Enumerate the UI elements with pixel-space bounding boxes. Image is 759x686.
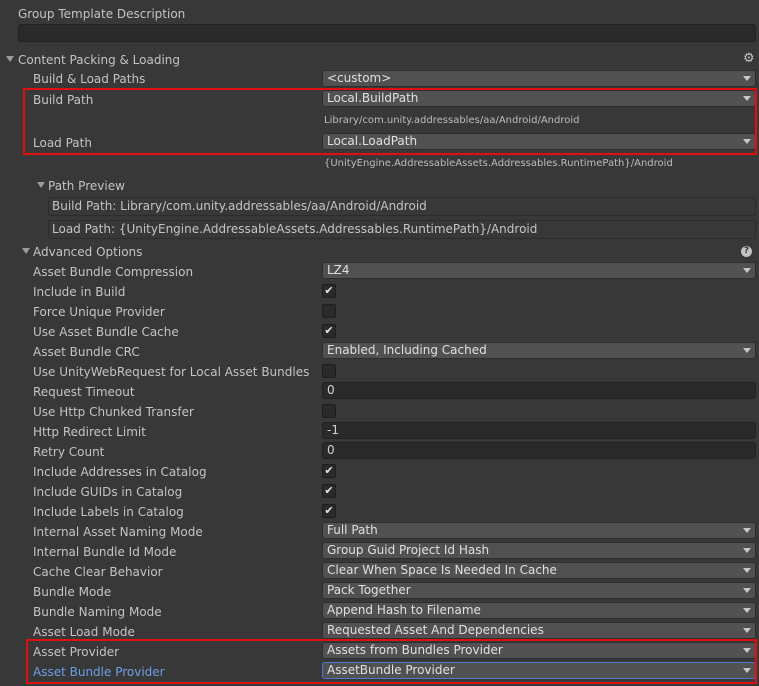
compression-label: Asset Bundle Compression bbox=[33, 265, 194, 279]
highlight-box-providers bbox=[26, 639, 757, 684]
include-in-build-checkbox[interactable]: ✔ bbox=[322, 284, 336, 298]
bundle-naming-label: Bundle Naming Mode bbox=[33, 605, 162, 619]
bundle-mode-dropdown[interactable]: Pack Together bbox=[322, 582, 756, 599]
cache-clear-dropdown[interactable]: Clear When Space Is Needed In Cache bbox=[322, 562, 756, 579]
compression-dropdown[interactable]: LZ4 bbox=[322, 262, 756, 279]
include-in-build-label: Include in Build bbox=[33, 285, 126, 299]
group-template-field[interactable] bbox=[18, 24, 756, 42]
content-packing-foldout-icon[interactable] bbox=[6, 56, 14, 62]
group-template-label: Group Template Description bbox=[18, 7, 186, 21]
request-timeout-label: Request Timeout bbox=[33, 385, 135, 399]
bundle-id-mode-dropdown[interactable]: Group Guid Project Id Hash bbox=[322, 542, 756, 559]
include-guids-checkbox[interactable]: ✔ bbox=[322, 484, 336, 498]
crc-dropdown[interactable]: Enabled, Including Cached bbox=[322, 342, 756, 359]
load-mode-value: Requested Asset And Dependencies bbox=[327, 623, 544, 637]
highlight-box-paths bbox=[23, 88, 757, 155]
cache-clear-label: Cache Clear Behavior bbox=[33, 565, 163, 579]
build-load-paths-label: Build & Load Paths bbox=[33, 72, 146, 86]
compression-value: LZ4 bbox=[327, 263, 350, 277]
chevron-down-icon bbox=[743, 568, 751, 573]
load-mode-label: Asset Load Mode bbox=[33, 625, 135, 639]
chevron-down-icon bbox=[743, 608, 751, 613]
use-cache-label: Use Asset Bundle Cache bbox=[33, 325, 179, 339]
build-load-paths-dropdown[interactable]: <custom> bbox=[322, 70, 756, 87]
chevron-down-icon bbox=[743, 528, 751, 533]
include-addresses-checkbox[interactable]: ✔ bbox=[322, 464, 336, 478]
chevron-down-icon bbox=[743, 588, 751, 593]
bundle-id-mode-label: Internal Bundle Id Mode bbox=[33, 545, 177, 559]
force-unique-provider-label: Force Unique Provider bbox=[33, 305, 165, 319]
include-guids-label: Include GUIDs in Catalog bbox=[33, 485, 183, 499]
load-mode-dropdown[interactable]: Requested Asset And Dependencies bbox=[322, 622, 756, 639]
bundle-id-mode-value: Group Guid Project Id Hash bbox=[327, 543, 490, 557]
advanced-options-foldout-icon[interactable] bbox=[22, 248, 30, 254]
bundle-mode-label: Bundle Mode bbox=[33, 585, 112, 599]
crc-value: Enabled, Including Cached bbox=[327, 343, 487, 357]
include-addresses-label: Include Addresses in Catalog bbox=[33, 465, 207, 479]
chunked-checkbox[interactable] bbox=[322, 404, 336, 418]
path-preview-foldout-icon[interactable] bbox=[37, 182, 45, 188]
load-path-preview: Load Path: {UnityEngine.AddressableAsset… bbox=[48, 220, 756, 239]
asset-naming-dropdown[interactable]: Full Path bbox=[322, 522, 756, 539]
build-path-preview: Build Path: Library/com.unity.addressabl… bbox=[48, 197, 756, 216]
asset-naming-value: Full Path bbox=[327, 523, 378, 537]
chevron-down-icon bbox=[743, 348, 751, 353]
redirect-limit-field[interactable]: -1 bbox=[322, 422, 756, 439]
redirect-limit-label: Http Redirect Limit bbox=[33, 425, 146, 439]
request-timeout-field[interactable]: 0 bbox=[322, 382, 756, 399]
help-icon[interactable]: ? bbox=[741, 246, 752, 257]
build-load-paths-value: <custom> bbox=[327, 71, 392, 85]
bundle-naming-value: Append Hash to Filename bbox=[327, 603, 481, 617]
advanced-options-title[interactable]: Advanced Options bbox=[33, 244, 142, 260]
chevron-down-icon bbox=[743, 76, 751, 81]
use-uwr-label: Use UnityWebRequest for Local Asset Bund… bbox=[33, 365, 310, 379]
cache-clear-value: Clear When Space Is Needed In Cache bbox=[327, 563, 557, 577]
use-cache-checkbox[interactable]: ✔ bbox=[322, 324, 336, 338]
include-labels-label: Include Labels in Catalog bbox=[33, 505, 184, 519]
include-labels-checkbox[interactable]: ✔ bbox=[322, 504, 336, 518]
chunked-label: Use Http Chunked Transfer bbox=[33, 405, 194, 419]
load-path-resolved: {UnityEngine.AddressableAssets.Addressab… bbox=[324, 158, 673, 169]
gear-icon[interactable]: ⚙ bbox=[743, 51, 755, 66]
chevron-down-icon bbox=[743, 268, 751, 273]
retry-count-field[interactable]: 0 bbox=[322, 442, 756, 459]
chevron-down-icon bbox=[743, 628, 751, 633]
bundle-naming-dropdown[interactable]: Append Hash to Filename bbox=[322, 602, 756, 619]
crc-label: Asset Bundle CRC bbox=[33, 345, 140, 359]
path-preview-title[interactable]: Path Preview bbox=[48, 178, 125, 194]
retry-count-label: Retry Count bbox=[33, 445, 105, 459]
chevron-down-icon bbox=[743, 548, 751, 553]
bundle-mode-value: Pack Together bbox=[327, 583, 411, 597]
use-uwr-checkbox[interactable] bbox=[322, 364, 336, 378]
content-packing-title[interactable]: Content Packing & Loading bbox=[18, 52, 180, 68]
asset-naming-label: Internal Asset Naming Mode bbox=[33, 525, 203, 539]
force-unique-provider-checkbox[interactable] bbox=[322, 304, 336, 318]
